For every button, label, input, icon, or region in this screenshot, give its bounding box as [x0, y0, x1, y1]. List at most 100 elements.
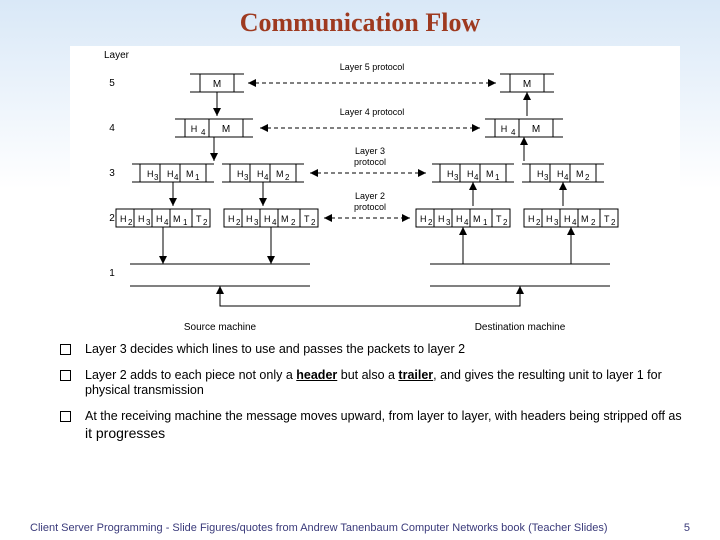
svg-text:Layer 3: Layer 3 — [355, 146, 385, 156]
svg-text:1: 1 — [483, 218, 488, 227]
svg-text:protocol: protocol — [354, 202, 386, 212]
bullet-list: Layer 3 decides which lines to use and p… — [60, 342, 690, 442]
svg-text:3: 3 — [146, 218, 151, 227]
svg-text:H: H — [246, 214, 253, 224]
svg-text:4: 4 — [174, 173, 179, 182]
svg-text:4: 4 — [564, 173, 569, 182]
svg-text:2: 2 — [536, 218, 541, 227]
row-4-right: H 4 M — [485, 119, 563, 161]
svg-text:M: M — [213, 79, 221, 90]
footer-text: Client Server Programming - Slide Figure… — [30, 522, 608, 534]
svg-text:H: H — [138, 214, 145, 224]
source-machine-label: Source machine — [184, 322, 257, 333]
svg-text:H: H — [156, 214, 163, 224]
bullet-2: Layer 2 adds to each piece not only a he… — [60, 368, 690, 399]
row-3-left-a: H3 H4 M1 — [132, 164, 214, 206]
layer-1-label: 1 — [109, 268, 115, 279]
svg-text:3: 3 — [544, 173, 549, 182]
row-2-left-b: H2 H3 H4 M2 T2 — [224, 209, 318, 264]
svg-text:3: 3 — [454, 173, 459, 182]
svg-text:2: 2 — [291, 218, 296, 227]
row-3-right-a: H3 H4 M1 — [432, 164, 514, 206]
svg-text:3: 3 — [254, 218, 259, 227]
bullet-1: Layer 3 decides which lines to use and p… — [60, 342, 690, 358]
bullet-square-icon — [60, 411, 71, 422]
svg-text:M: M — [486, 169, 494, 179]
layer-5-label: 5 — [109, 78, 115, 89]
svg-text:4: 4 — [511, 128, 516, 137]
svg-text:H: H — [546, 214, 553, 224]
svg-text:2: 2 — [128, 218, 133, 227]
svg-text:2: 2 — [585, 173, 590, 182]
layer-3-label: 3 — [109, 168, 115, 179]
svg-text:M: M — [276, 169, 284, 179]
svg-text:4: 4 — [201, 128, 206, 137]
svg-text:3: 3 — [244, 173, 249, 182]
svg-text:1: 1 — [495, 173, 500, 182]
svg-text:3: 3 — [446, 218, 451, 227]
dest-machine-label: Destination machine — [475, 322, 566, 333]
bullet-square-icon — [60, 344, 71, 355]
svg-text:4: 4 — [464, 218, 469, 227]
svg-text:2: 2 — [503, 218, 508, 227]
svg-text:4: 4 — [164, 218, 169, 227]
row-2-right-b: H2 H3 H4 M2 T2 — [524, 209, 618, 264]
svg-text:H: H — [447, 169, 454, 179]
svg-text:1: 1 — [183, 218, 188, 227]
svg-text:H: H — [557, 169, 564, 179]
slide-title: Communication Flow — [0, 0, 720, 42]
row-5-right: M — [500, 74, 554, 116]
svg-text:T: T — [496, 214, 502, 224]
svg-text:2: 2 — [311, 218, 316, 227]
row-3-left-b: H3 H4 M2 — [222, 164, 304, 206]
svg-text:T: T — [304, 214, 310, 224]
svg-text:H: H — [191, 124, 198, 134]
page-number: 5 — [684, 522, 690, 534]
svg-text:H: H — [167, 169, 174, 179]
svg-text:H: H — [467, 169, 474, 179]
svg-text:T: T — [196, 214, 202, 224]
footer: Client Server Programming - Slide Figure… — [0, 522, 720, 534]
svg-text:protocol: protocol — [354, 157, 386, 167]
svg-text:2: 2 — [591, 218, 596, 227]
svg-text:T: T — [604, 214, 610, 224]
svg-text:H: H — [257, 169, 264, 179]
svg-text:M: M — [473, 214, 481, 224]
svg-text:2: 2 — [428, 218, 433, 227]
svg-text:H: H — [537, 169, 544, 179]
svg-text:H: H — [564, 214, 571, 224]
svg-text:M: M — [186, 169, 194, 179]
svg-text:4: 4 — [272, 218, 277, 227]
svg-text:Layer 2: Layer 2 — [355, 191, 385, 201]
svg-text:H: H — [228, 214, 235, 224]
svg-text:H: H — [528, 214, 535, 224]
svg-text:H: H — [456, 214, 463, 224]
svg-text:H: H — [120, 214, 127, 224]
l4-protocol-label: Layer 4 protocol — [340, 107, 405, 117]
row-3-right-b: H3 H4 M2 — [522, 164, 604, 206]
svg-text:H: H — [420, 214, 427, 224]
row-2-left-a: H2 H3 H4 M1 T2 — [116, 209, 210, 264]
layer-2-label: 2 — [109, 213, 115, 224]
svg-text:M: M — [576, 169, 584, 179]
svg-text:H: H — [501, 124, 508, 134]
row-5-left: M — [190, 74, 244, 116]
row-4-left: H 4 M — [175, 119, 253, 161]
layer-4-label: 4 — [109, 123, 115, 134]
svg-text:4: 4 — [264, 173, 269, 182]
svg-text:M: M — [523, 79, 531, 90]
svg-text:1: 1 — [195, 173, 200, 182]
svg-text:M: M — [222, 124, 230, 135]
svg-text:2: 2 — [236, 218, 241, 227]
svg-text:M: M — [173, 214, 181, 224]
comm-flow-diagram: .lb { font: 10px Arial; } .ls { font: 9p… — [70, 46, 680, 336]
svg-text:M: M — [281, 214, 289, 224]
svg-text:2: 2 — [611, 218, 616, 227]
svg-text:M: M — [581, 214, 589, 224]
row-2-right-a: H2 H3 H4 M1 T2 — [416, 209, 510, 264]
bullet-3: At the receiving machine the message mov… — [60, 409, 690, 442]
svg-text:4: 4 — [474, 173, 479, 182]
svg-text:4: 4 — [572, 218, 577, 227]
svg-text:H: H — [264, 214, 271, 224]
layer-col-header: Layer — [104, 50, 130, 61]
